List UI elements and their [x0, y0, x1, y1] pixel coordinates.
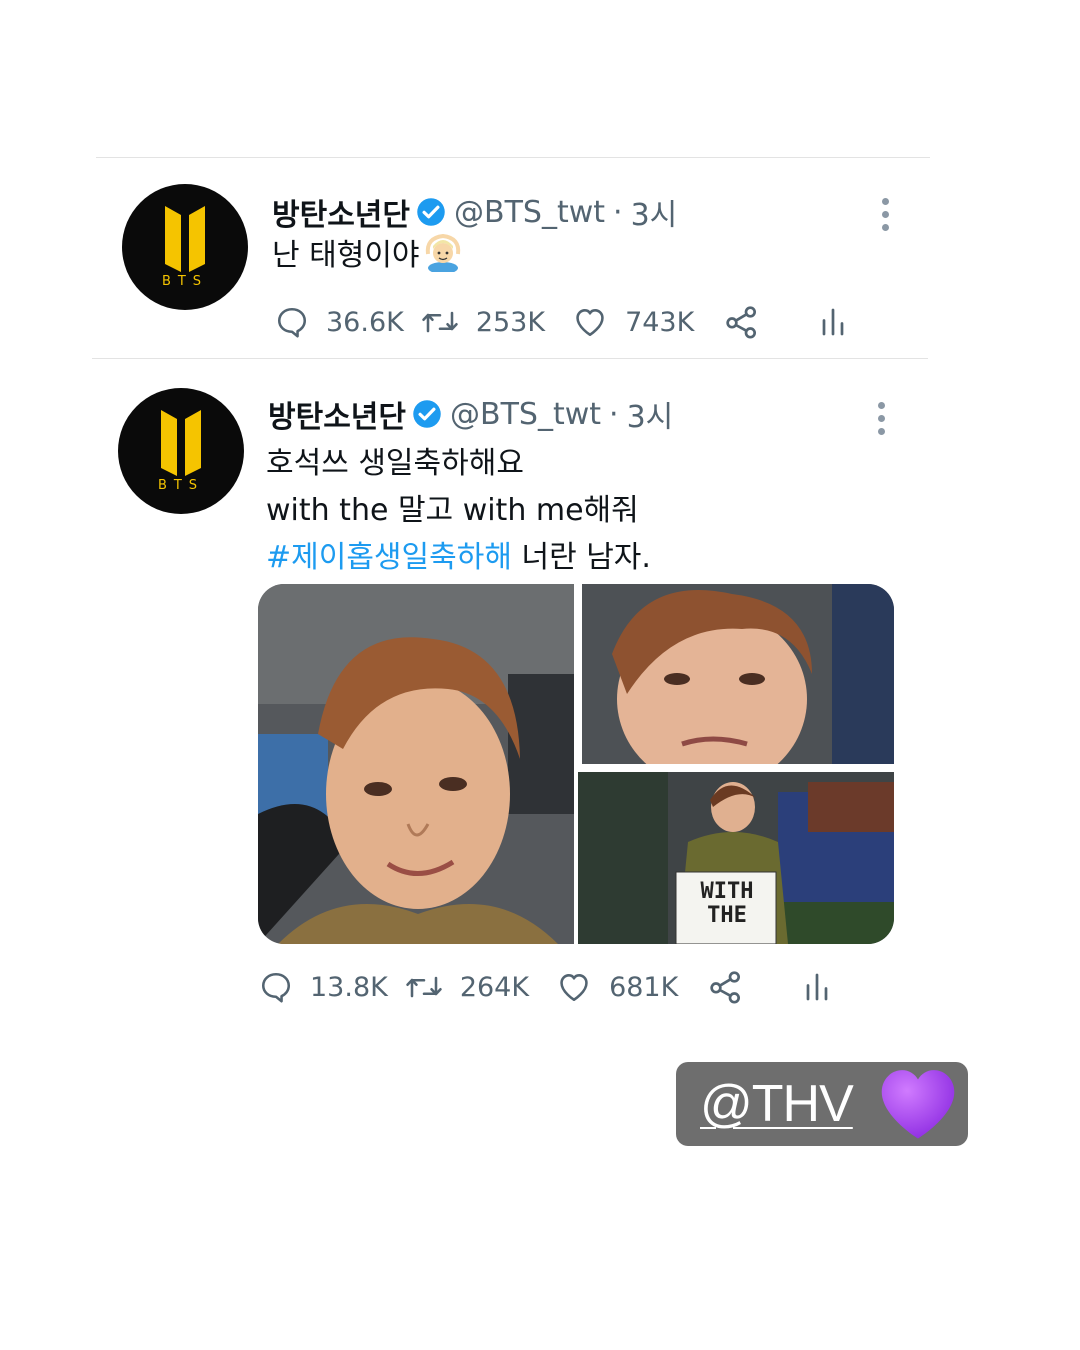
retweet-count: 264K	[459, 971, 530, 1003]
tweet-actions: 13.8K 264K 681K	[258, 967, 832, 1007]
header-separator: ·	[613, 194, 623, 230]
mention-sticker[interactable]: @THV	[676, 1062, 968, 1146]
top-divider	[96, 157, 930, 158]
share-button[interactable]	[706, 967, 746, 1007]
reply-count: 13.8K	[310, 971, 388, 1003]
avatar-logo-text: BTS	[157, 478, 205, 493]
tweet-text-rest: 너란 남자.	[511, 540, 651, 575]
author-name[interactable]: 방탄소년단	[268, 392, 406, 436]
tweet-photo-3[interactable]: WITH THE	[578, 772, 894, 944]
like-button[interactable]: 743K	[571, 304, 694, 340]
heart-icon	[560, 974, 588, 1002]
tweet-divider	[92, 358, 928, 359]
tweet-text: 난 태형이야	[272, 230, 464, 274]
verified-badge-icon	[417, 198, 445, 226]
purple-heart-icon	[881, 1070, 955, 1139]
tweet-time[interactable]: 3시	[627, 392, 674, 436]
share-icon	[710, 971, 741, 1004]
author-handle[interactable]: @BTS_twt	[454, 195, 605, 230]
tweet-text-line-3: #제이홉생일축하해 너란 남자.	[266, 532, 651, 576]
reply-button[interactable]: 36.6K	[274, 304, 404, 340]
more-options-icon[interactable]	[880, 198, 890, 231]
avatar-logo-text: BTS	[161, 274, 209, 289]
reply-count: 36.6K	[326, 306, 404, 338]
author-name[interactable]: 방탄소년단	[272, 190, 410, 234]
retweet-button[interactable]: 264K	[404, 969, 529, 1005]
retweet-icon	[422, 311, 458, 333]
tweet-text-line-1: 호석쓰 생일축하해요	[266, 446, 524, 481]
hashtag-link[interactable]: #제이홉생일축하해	[266, 540, 512, 575]
like-button[interactable]: 681K	[555, 969, 678, 1005]
heart-icon	[576, 309, 604, 337]
bts-logo-icon	[165, 206, 205, 272]
tweet-photo-2[interactable]	[582, 584, 894, 764]
retweet-icon	[406, 976, 442, 998]
header-separator: ·	[609, 396, 619, 432]
author-handle[interactable]: @BTS_twt	[450, 397, 601, 432]
share-icon	[726, 306, 757, 339]
tweet-text-line: 난 태형이야	[272, 238, 420, 273]
avatar-bts[interactable]: BTS	[118, 388, 244, 514]
reply-button[interactable]: 13.8K	[258, 969, 388, 1005]
person-gesturing-ok-emoji-icon	[425, 233, 460, 272]
share-button[interactable]	[722, 302, 762, 342]
tweet-text-line-2: with the 말고 with me해줘	[266, 493, 639, 528]
analytics-icon	[822, 308, 844, 336]
analytics-icon	[806, 973, 828, 1001]
like-count: 743K	[625, 306, 695, 338]
photo-portrait-icon	[258, 584, 574, 944]
tweet-time[interactable]: 3시	[631, 190, 678, 234]
analytics-button[interactable]	[802, 969, 832, 1005]
reply-icon	[277, 307, 307, 338]
tweet-photo-1[interactable]	[258, 584, 574, 944]
bts-logo-icon	[161, 410, 201, 476]
tweet-media-grid: WITH THE	[258, 584, 894, 944]
tweet-actions: 36.6K 253K 743K	[274, 302, 848, 342]
photo-portrait-icon	[582, 584, 894, 764]
mention-text[interactable]: @THV	[700, 1074, 854, 1134]
verified-badge-icon	[413, 400, 441, 428]
retweet-count: 253K	[475, 306, 546, 338]
avatar-bts[interactable]: BTS	[122, 184, 248, 310]
photo-sign-text: WITH THE	[700, 879, 754, 928]
tweet-header: 방탄소년단 @BTS_twt · 3시	[268, 392, 673, 436]
tweet-header: 방탄소년단 @BTS_twt · 3시	[272, 190, 677, 234]
retweet-button[interactable]: 253K	[420, 304, 545, 340]
more-options-icon[interactable]	[876, 402, 886, 435]
reply-icon	[261, 972, 291, 1003]
like-count: 681K	[609, 971, 679, 1003]
analytics-button[interactable]	[818, 304, 848, 340]
